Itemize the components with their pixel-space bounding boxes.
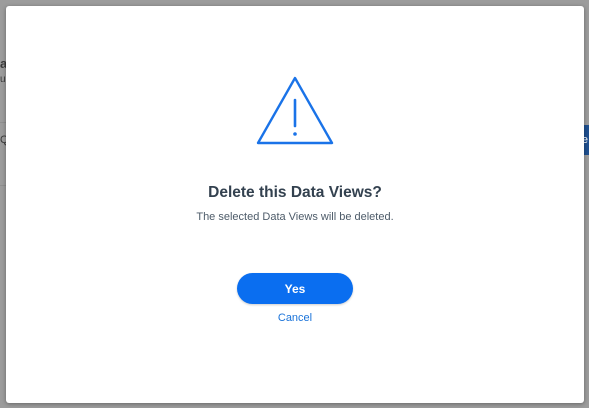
background-text-fragment: u — [0, 74, 6, 85]
dialog-message: The selected Data Views will be deleted. — [196, 211, 394, 223]
dialog-title: Delete this Data Views? — [208, 184, 382, 201]
warning-triangle-icon — [256, 76, 334, 145]
cancel-link[interactable]: Cancel — [6, 312, 584, 324]
delete-confirmation-dialog: Delete this Data Views? The selected Dat… — [6, 6, 584, 403]
yes-button[interactable]: Yes — [237, 273, 353, 304]
